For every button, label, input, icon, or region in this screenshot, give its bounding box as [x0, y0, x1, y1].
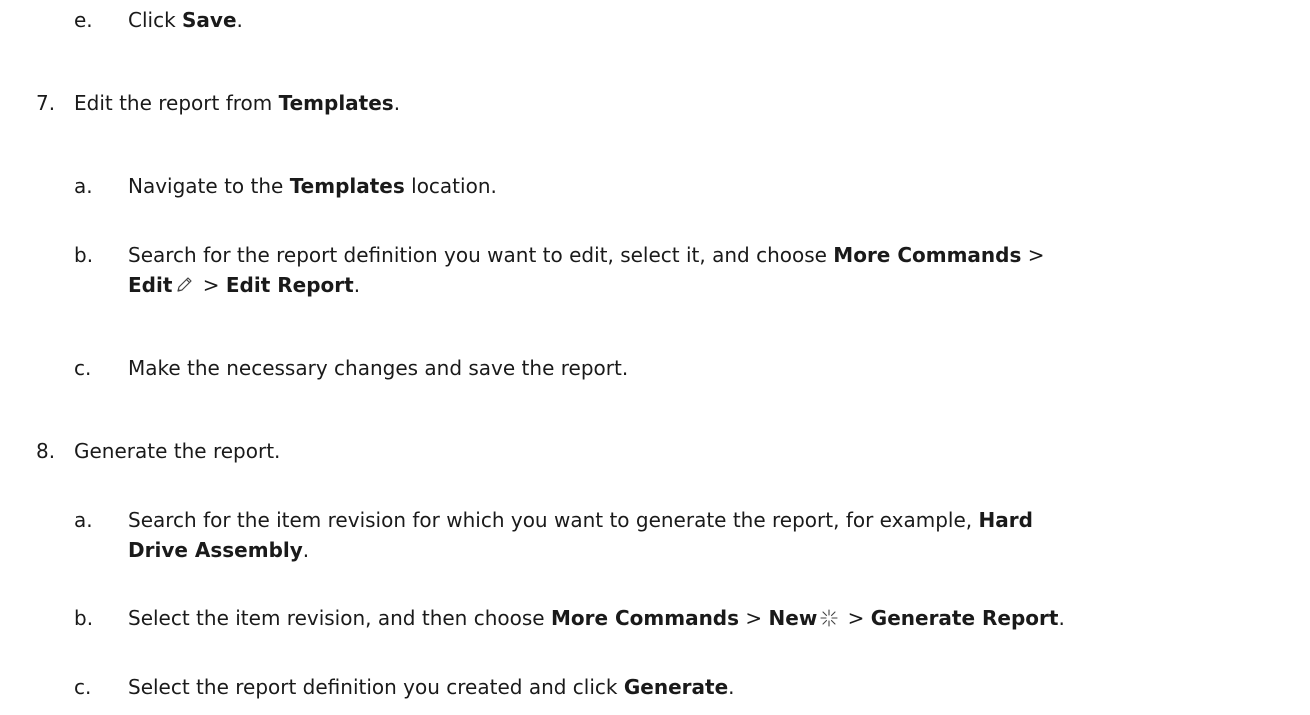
hard-drive-assembly-label: Drive Assembly: [128, 538, 303, 562]
substep-text: Search for the item revision for which y…: [128, 505, 1033, 535]
text-run: Edit the report from: [74, 91, 279, 115]
substep-text: Make the necessary changes and save the …: [128, 356, 629, 380]
document-page: e. Click Save. 7. Edit the report from T…: [0, 0, 1310, 715]
hard-drive-assembly-label: Hard: [978, 508, 1033, 532]
text-run: >: [739, 606, 769, 630]
text-run: .: [353, 273, 361, 297]
generate-report-ui-label: Generate Report: [870, 606, 1059, 630]
substep-text: Select the report definition you created…: [128, 672, 735, 702]
pencil-edit-icon: [174, 275, 194, 295]
step-text: Generate the report.: [74, 439, 281, 463]
substep-text: Drive Assembly.: [128, 535, 309, 565]
substep-marker: b.: [74, 606, 94, 630]
substep-text: Click Save.: [128, 5, 243, 35]
step-text: Edit the report from Templates.: [74, 88, 400, 118]
substep-text: Search for the report definition you wan…: [128, 240, 1045, 270]
edit-ui-label: Edit: [128, 273, 173, 297]
text-run: Select the item revision, and then choos…: [128, 606, 551, 630]
generate-ui-label: Generate: [623, 675, 729, 699]
text-run: Search for the item revision for which y…: [128, 508, 979, 532]
text-run: .: [302, 538, 310, 562]
text-run: .: [236, 8, 243, 32]
step-marker: 7.: [36, 91, 56, 115]
substep-marker: a.: [74, 174, 93, 198]
text-run: Search for the report definition you wan…: [128, 243, 834, 267]
text-run: >: [841, 606, 871, 630]
new-ui-label: New: [768, 606, 818, 630]
edit-report-ui-label: Edit Report: [225, 273, 354, 297]
text-run: Select the report definition you created…: [128, 675, 624, 699]
templates-ui-label: Templates: [289, 174, 405, 198]
more-commands-ui-label: More Commands: [550, 606, 740, 630]
text-run: .: [1058, 606, 1065, 630]
templates-ui-label: Templates: [278, 91, 394, 115]
substep-marker: e.: [74, 8, 93, 32]
substep-text: Select the item revision, and then choos…: [128, 603, 1065, 633]
substep-marker: b.: [74, 243, 94, 267]
text-run: .: [393, 91, 401, 115]
text-run: Navigate to the: [128, 174, 290, 198]
text-run: >: [196, 273, 226, 297]
text-run: .: [728, 675, 735, 699]
sparkle-new-icon: [819, 608, 839, 628]
substep-text: Edit > Edit Report.: [128, 270, 360, 300]
substep-text: Navigate to the Templates location.: [128, 171, 497, 201]
substep-marker: c.: [74, 356, 92, 380]
text-run: location.: [404, 174, 497, 198]
more-commands-ui-label: More Commands: [833, 243, 1022, 267]
text-run: >: [1021, 243, 1045, 267]
step-marker: 8.: [36, 439, 56, 463]
save-ui-label: Save: [182, 8, 237, 32]
substep-marker: a.: [74, 508, 93, 532]
text-run: Click: [128, 8, 183, 32]
substep-marker: c.: [74, 675, 92, 699]
